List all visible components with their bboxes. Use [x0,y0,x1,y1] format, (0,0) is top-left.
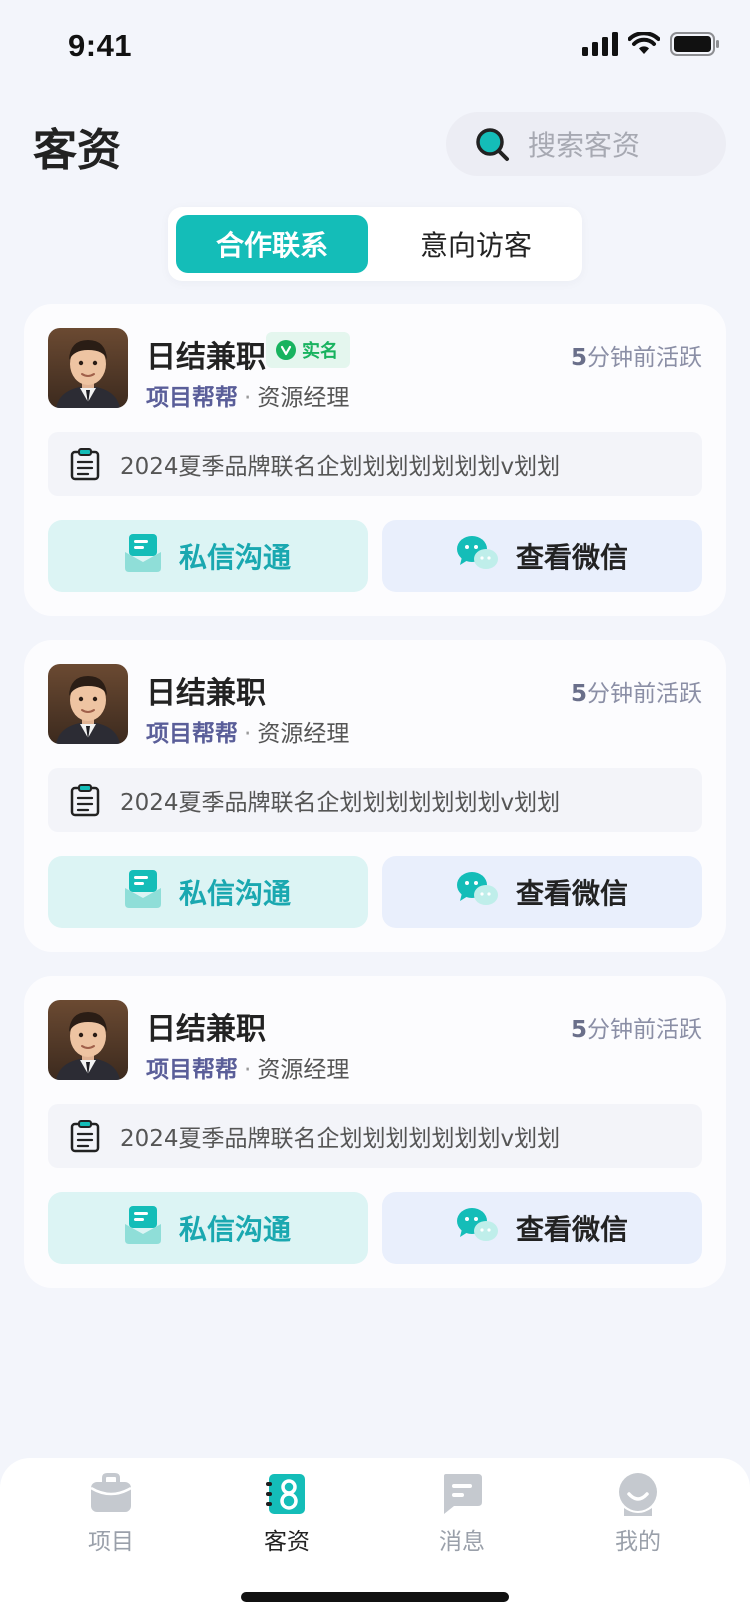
view-wechat-label: 查看微信 [515,541,628,574]
wechat-icon [456,1207,498,1250]
project-row[interactable]: 2024夏季品牌联名企划划划划划划划v划划 [48,1104,702,1168]
tab-projects-label: 项目 [88,1529,134,1555]
tab-cooperation-contact[interactable]: 合作联系 [176,215,368,273]
verified-label: 实名 [302,341,338,362]
tab-messages-label: 消息 [439,1529,485,1555]
active-number: 5 [570,345,587,371]
private-message-label: 私信沟通 [178,877,291,910]
company-name: 项目帮帮 [146,1057,238,1083]
status-icons [582,32,720,56]
active-time: 5分钟前活跃 [571,1010,702,1044]
role: 资源经理 [257,1057,350,1083]
company-line: 项目帮帮 · 资源经理 [146,378,349,412]
message-icon [440,1472,484,1516]
view-wechat-button[interactable]: 查看微信 [382,520,702,592]
avatar [48,664,128,744]
tab-profile[interactable]: 我的 [578,1472,698,1562]
project-row[interactable]: 2024夏季品牌联名企划划划划划划划v划划 [48,768,702,832]
active-time: 5分钟前活跃 [571,674,702,708]
separator-dot: · [244,385,252,411]
active-text: 分钟前活跃 [587,681,702,707]
home-indicator [241,1592,509,1602]
role: 资源经理 [257,385,350,411]
cellular-signal-icon [582,32,618,56]
status-bar: 9:41 [0,0,750,96]
verified-check-icon [276,340,296,360]
company-name: 项目帮帮 [146,721,238,747]
private-message-button[interactable]: 私信沟通 [48,1192,368,1264]
profile-icon [616,1472,660,1516]
separator-dot: · [244,721,252,747]
role: 资源经理 [257,721,350,747]
wechat-icon [456,535,498,578]
view-wechat-label: 查看微信 [515,1213,628,1246]
active-time: 5分钟前活跃 [571,338,702,372]
client-card[interactable]: 日结兼职 5分钟前活跃 项目帮帮 · 资源经理 2024夏季品牌联名企划划划划划划划… [24,976,726,1288]
verified-badge: 实名 [266,332,350,368]
clipboard-icon [70,783,100,817]
tab-projects[interactable]: 项目 [51,1472,171,1562]
client-name: 日结兼职 [146,340,266,375]
wifi-icon [628,32,660,54]
envelope-message-icon [124,1205,161,1251]
status-time: 9:41 [68,28,133,63]
segmented-control: 合作联系 意向访客 [168,207,582,281]
project-name: 2024夏季品牌联名企划划划划划划划v划划 [120,790,561,816]
page-title: 客资 [33,125,121,176]
project-name: 2024夏季品牌联名企划划划划划划划v划划 [120,454,561,480]
company-line: 项目帮帮 · 资源经理 [146,714,349,748]
battery-icon [670,32,719,56]
active-text: 分钟前活跃 [587,345,702,371]
company-line: 项目帮帮 · 资源经理 [146,1050,349,1084]
separator-dot: · [244,1057,252,1083]
private-message-button[interactable]: 私信沟通 [48,520,368,592]
view-wechat-button[interactable]: 查看微信 [382,1192,702,1264]
search-placeholder: 搜索客资 [528,129,641,162]
tab-messages[interactable]: 消息 [402,1472,522,1562]
view-wechat-button[interactable]: 查看微信 [382,856,702,928]
company-name: 项目帮帮 [146,385,238,411]
header: 客资 搜索客资 [0,100,750,190]
tab-intended-visitors[interactable]: 意向访客 [378,215,574,273]
envelope-message-icon [124,533,161,579]
client-name: 日结兼职 [146,676,266,711]
tab-clients[interactable]: 客资 [227,1472,347,1562]
clipboard-icon [70,447,100,481]
view-wechat-label: 查看微信 [515,877,628,910]
private-message-label: 私信沟通 [178,1213,291,1246]
envelope-message-icon [124,869,161,915]
client-name: 日结兼职 [146,1012,266,1047]
briefcase-icon [89,1472,133,1516]
tab-profile-label: 我的 [615,1529,661,1555]
search-icon [474,126,510,162]
contacts-book-icon [265,1472,309,1516]
active-number: 5 [570,681,587,707]
wechat-icon [456,871,498,914]
project-row[interactable]: 2024夏季品牌联名企划划划划划划划v划划 [48,432,702,496]
private-message-button[interactable]: 私信沟通 [48,856,368,928]
active-number: 5 [570,1017,587,1043]
project-name: 2024夏季品牌联名企划划划划划划划v划划 [120,1126,561,1152]
client-card[interactable]: 日结兼职 实名 5分钟前活跃 项目帮帮 · 资源经理 2024夏季品牌联名企划划划划… [24,304,726,616]
search-input[interactable]: 搜索客资 [446,112,726,176]
avatar [48,1000,128,1080]
avatar [48,328,128,408]
active-text: 分钟前活跃 [587,1017,702,1043]
private-message-label: 私信沟通 [178,541,291,574]
client-card[interactable]: 日结兼职 5分钟前活跃 项目帮帮 · 资源经理 2024夏季品牌联名企划划划划划划划… [24,640,726,952]
clipboard-icon [70,1119,100,1153]
tab-clients-label: 客资 [264,1529,310,1555]
